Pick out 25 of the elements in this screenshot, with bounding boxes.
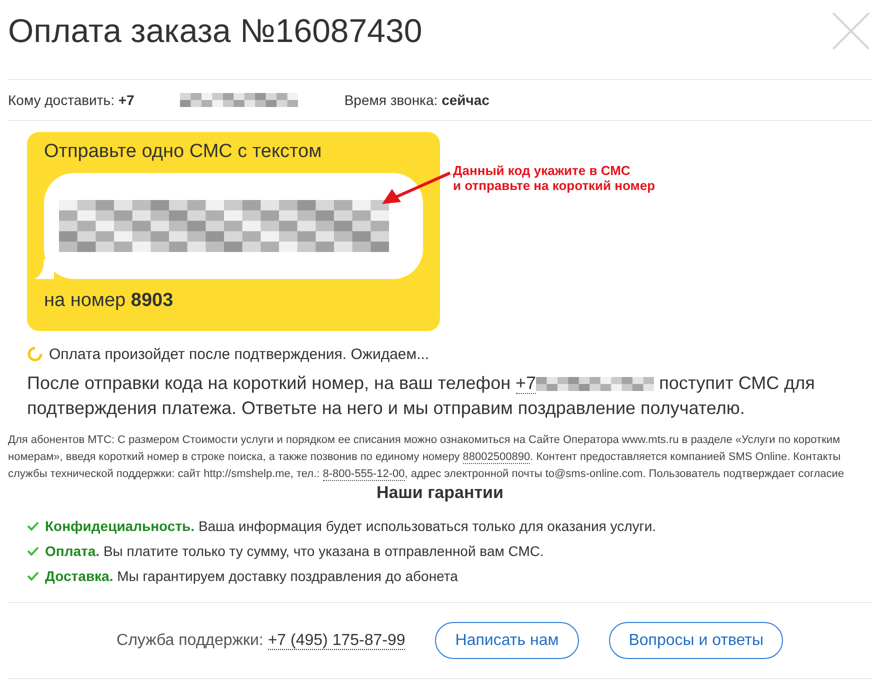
page-title: Оплата заказа №16087430 xyxy=(8,12,422,50)
spinner-icon xyxy=(27,346,43,362)
check-icon xyxy=(27,520,39,530)
pill-button[interactable]: Написать нам xyxy=(435,622,579,659)
pill-button[interactable]: Вопросы и ответы xyxy=(608,622,784,659)
phone-link[interactable]: 88002500890 xyxy=(462,451,530,464)
instruction-text: После отправки кода на короткий номер, на ваш телефон +7 поступит СМС для подтверждения платежа. Ответьте на него и мы отправим поздравление получателю. xyxy=(27,372,816,420)
legal-text: Для абонентов МТС: С размером Стоимости услуги и порядком ее списания можно ознакомиться на Сайте Оператора www.mts.ru в разделе «Услуги по коротким номерам», введя короткий номер в строке поиска, а также позвонив по единому номеру 88002500890. Контент предоставляется компанией SMS Online. Контакты службы технической поддержки: сайт http://smshelp.me, тел.: 8-800-555-12-00, адрес электронной почты to@sms-online.com. Пользователь подтверждает согласие xyxy=(8,433,846,483)
status-text: Оплата произойдет после подтверждения. Ожидаем... xyxy=(49,346,430,362)
guarantee-text: Оплата. Вы платите только ту сумму, что указана в отправленной вам СМС. xyxy=(45,542,544,558)
support-text: Служба поддержки: +7 (495) 175-87-99 xyxy=(116,632,406,650)
guarantee-text: Доставка. Мы гарантируем доставку поздравления до абонета xyxy=(45,568,458,584)
sms-heading: Отправьте одно СМС с текстом xyxy=(44,141,323,163)
callout-text: Данный код укажите в СМС и отправьте на короткий номер xyxy=(453,163,656,193)
recipient-label: Кому доставить: +7 xyxy=(8,92,134,108)
guarantees-title: Наши гарантии xyxy=(376,483,504,503)
check-icon xyxy=(27,546,39,556)
check-icon xyxy=(27,570,39,580)
arrow-icon xyxy=(380,171,452,207)
short-number: на номер 8903 xyxy=(44,290,174,312)
phone-link[interactable]: 8-800-555-12-00 xyxy=(322,468,405,481)
close-icon[interactable] xyxy=(832,12,870,50)
guarantee-text: Конфидециальность. Ваша информация будет использоваться только для оказания услуги. xyxy=(45,518,656,534)
phone-link[interactable]: +7 (495) 175-87-99 xyxy=(268,632,406,650)
call-time-label: Время звонка: сейчас xyxy=(344,92,490,108)
